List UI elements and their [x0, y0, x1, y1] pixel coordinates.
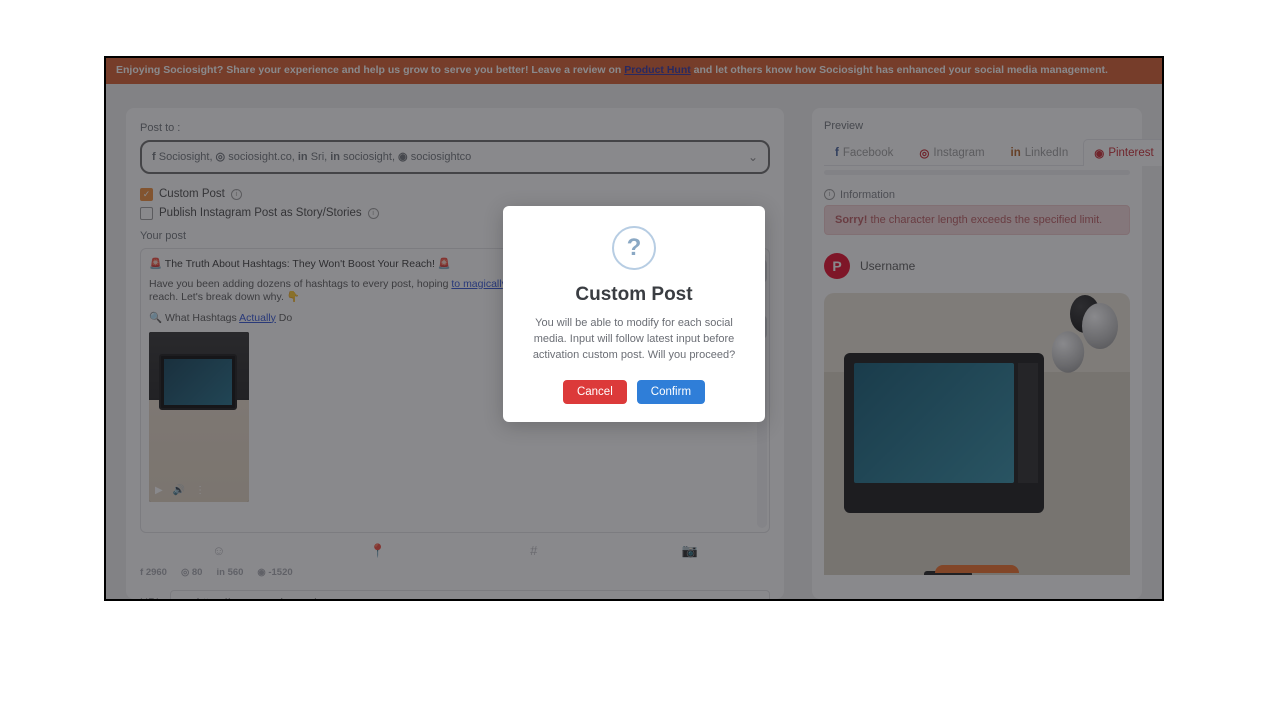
modal-overlay[interactable]: ? Custom Post You will be able to modify…	[106, 58, 1162, 599]
modal-body: You will be able to modify for each soci…	[519, 316, 749, 364]
confirm-button[interactable]: Confirm	[637, 380, 705, 404]
cancel-button[interactable]: Cancel	[563, 380, 627, 404]
custom-post-modal: ? Custom Post You will be able to modify…	[503, 206, 765, 422]
modal-title: Custom Post	[519, 284, 749, 306]
modal-buttons: Cancel Confirm	[519, 380, 749, 404]
question-icon: ?	[612, 226, 656, 270]
app-frame: Enjoying Sociosight? Share your experien…	[104, 56, 1164, 601]
